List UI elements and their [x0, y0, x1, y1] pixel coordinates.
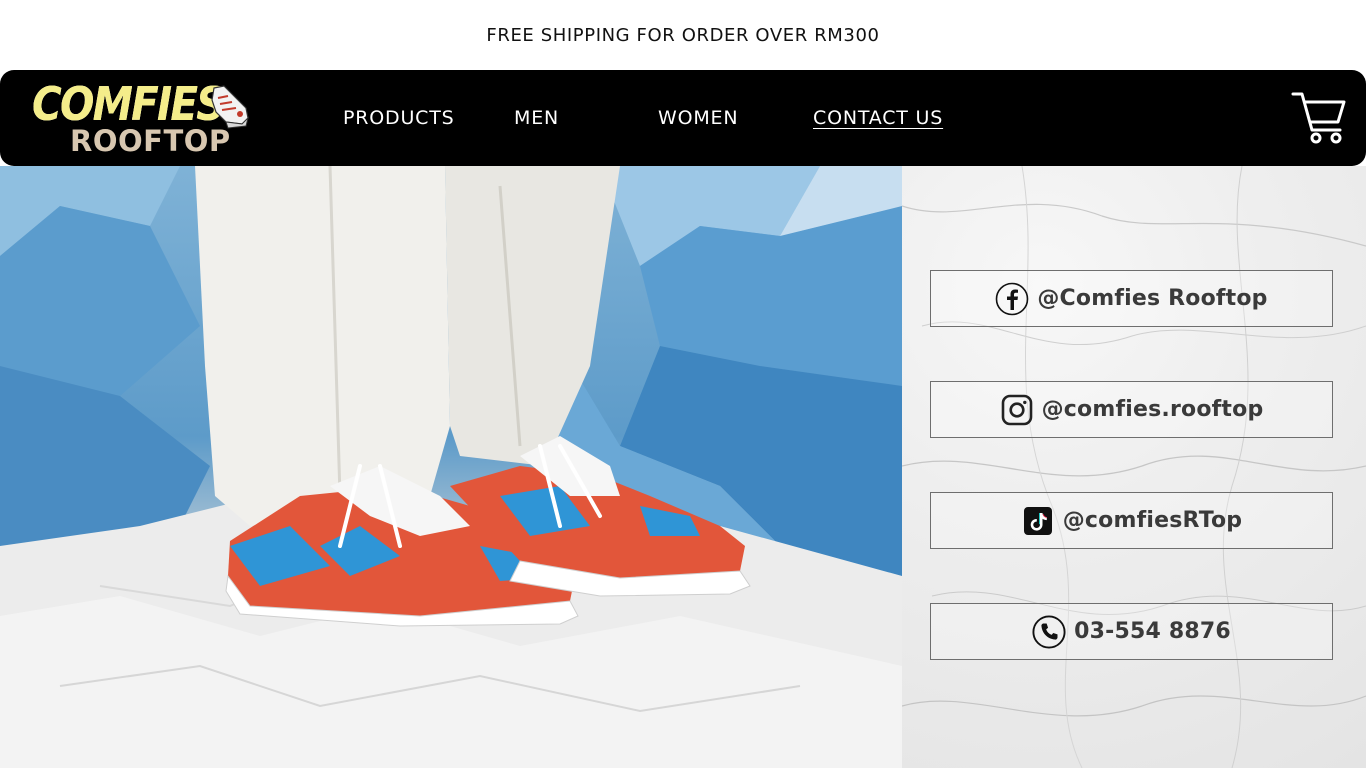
contact-panel — [902, 166, 1366, 768]
instagram-link[interactable]: @comfies.rooftop — [930, 381, 1333, 438]
logo-line2: ROOFTOP — [70, 124, 231, 158]
phone-number: 03-554 8876 — [1074, 619, 1231, 644]
tiktok-handle: @comfiesRTop — [1062, 508, 1243, 533]
logo-line1: COMFIES — [32, 77, 225, 131]
facebook-handle: @Comfies Rooftop — [1037, 286, 1268, 311]
nav-products[interactable]: PRODUCTS — [343, 104, 454, 132]
hero-image — [0, 166, 902, 768]
announcement-bar: FREE SHIPPING FOR ORDER OVER RM300 — [0, 0, 1366, 70]
brand-logo[interactable]: COMFIES ROOFTOP — [30, 78, 260, 160]
nav-contact-us[interactable]: CONTACT US — [813, 104, 943, 132]
instagram-handle: @comfies.rooftop — [1041, 397, 1264, 422]
hero-illustration — [0, 166, 902, 768]
marble-texture — [902, 166, 1366, 768]
nav-men[interactable]: MEN — [514, 104, 559, 132]
facebook-link[interactable]: @Comfies Rooftop — [930, 270, 1333, 327]
phone-icon — [1032, 614, 1066, 649]
facebook-icon — [995, 282, 1029, 316]
instagram-icon — [1000, 393, 1034, 427]
cart-icon[interactable] — [1290, 90, 1348, 146]
tiktok-icon — [1021, 504, 1055, 538]
announcement-text: FREE SHIPPING FOR ORDER OVER RM300 — [486, 24, 880, 46]
phone-link[interactable]: 03-554 8876 — [930, 603, 1333, 660]
nav-women[interactable]: WOMEN — [658, 104, 738, 132]
header-nav: COMFIES ROOFTOP PRODUCTS MEN WOMEN CONTA… — [0, 70, 1366, 166]
tiktok-link[interactable]: @comfiesRTop — [930, 492, 1333, 549]
